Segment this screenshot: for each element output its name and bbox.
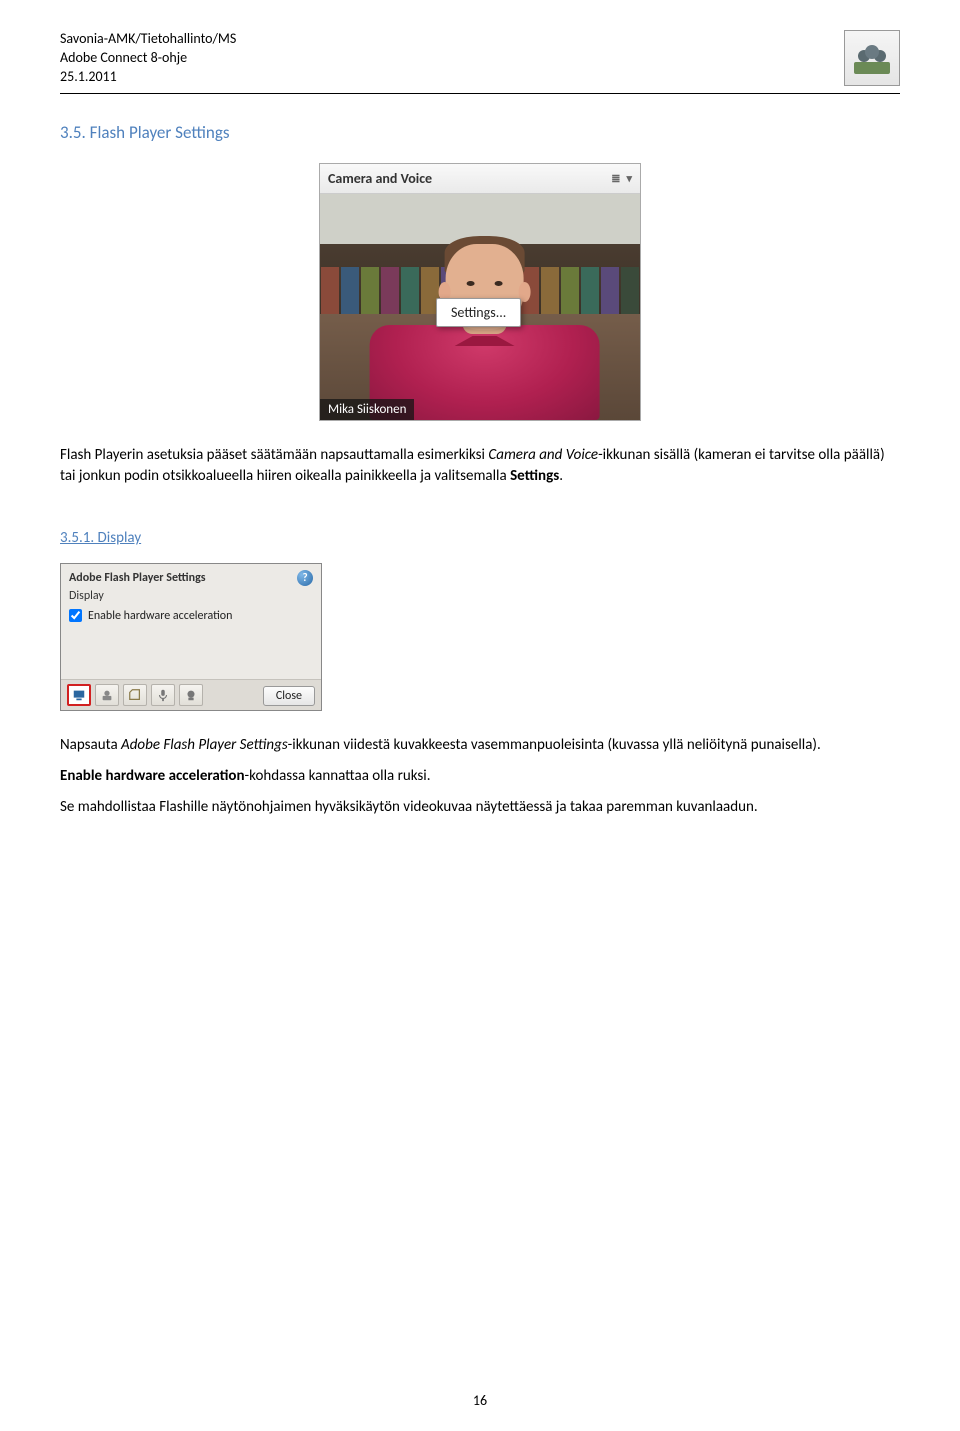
doc-header-text: Savonia-AMK/Tietohallinto/MS Adobe Conne… [60,30,236,87]
section-3-5-heading: 3.5. Flash Player Settings [60,122,900,143]
pod-menu-lines-icon[interactable]: ≣ [611,172,620,185]
flash-dialog-subtitle: Display [61,589,321,605]
flash-player-settings-dialog: Adobe Flash Player Settings ? Display En… [60,563,322,711]
enable-hw-accel-label: Enable hardware acceleration [88,609,232,623]
header-rule [60,93,900,94]
header-app-icon [844,30,900,86]
pod-title: Camera and Voice [328,170,432,187]
section-3-5-1-p3: Se mahdollistaa Flashille näytönohjaimen… [60,797,900,818]
header-doc: Adobe Connect 8-ohje [60,49,236,68]
flash-tab-camera-icon[interactable] [179,684,203,706]
pod-menu-caret-icon[interactable]: ▾ [626,172,632,185]
section-3-5-1-heading: 3.5.1. Display [60,529,900,547]
enable-hw-accel-checkbox[interactable] [69,609,82,622]
webcam-participant-name: Mika Siiskonen [320,399,414,420]
flash-tab-microphone-icon[interactable] [151,684,175,706]
section-3-5-1-p1: Napsauta Adobe Flash Player Settings-ikk… [60,735,900,756]
webcam-video-area: Settings... Mika Siiskonen [320,194,640,420]
camera-voice-pod: Camera and Voice ≣ ▾ [319,163,641,421]
flash-tab-display-icon[interactable] [67,684,91,706]
section-3-5-1-p2: Enable hardware acceleration-kohdassa ka… [60,766,900,787]
flash-help-icon[interactable]: ? [297,570,313,586]
header-date: 25.1.2011 [60,68,236,87]
header-org: Savonia-AMK/Tietohallinto/MS [60,30,236,49]
page-number: 16 [473,1392,487,1409]
pod-menu-icons[interactable]: ≣ ▾ [611,172,632,185]
flash-close-button[interactable]: Close [263,686,315,706]
enable-hw-accel-row[interactable]: Enable hardware acceleration [69,609,313,623]
settings-context-menu-item[interactable]: Settings... [436,298,521,327]
flash-tab-storage-icon[interactable] [123,684,147,706]
flash-dialog-title: Adobe Flash Player Settings [69,571,206,585]
flash-tab-privacy-icon[interactable] [95,684,119,706]
section-3-5-paragraph: Flash Playerin asetuksia pääset säätämää… [60,445,900,487]
pod-titlebar[interactable]: Camera and Voice ≣ ▾ [320,164,640,194]
